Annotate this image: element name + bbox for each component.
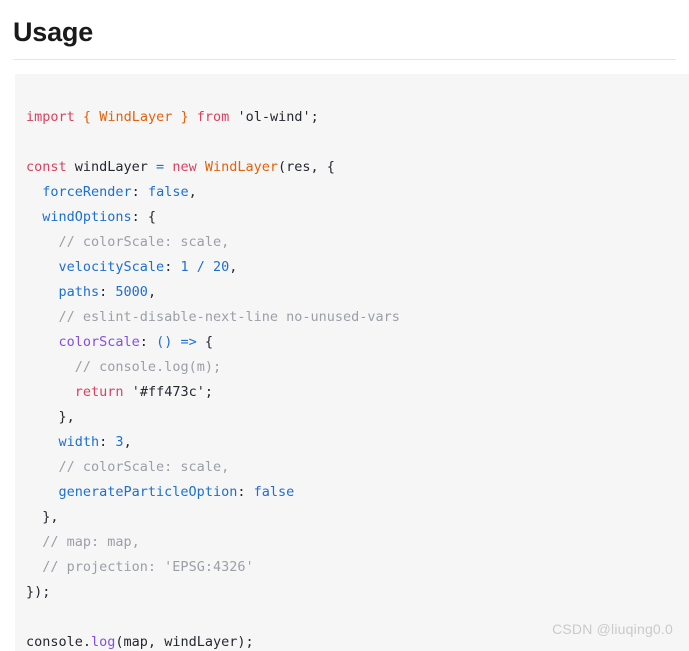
code-token-comment: // colorScale: scale, bbox=[58, 233, 230, 250]
code-line: }, bbox=[26, 405, 689, 430]
code-token-str: '#ff473c'; bbox=[131, 383, 213, 400]
code-token-kw: new bbox=[172, 158, 197, 175]
code-token-str: 'ol-wind'; bbox=[237, 108, 319, 125]
code-token-plain: : bbox=[131, 183, 148, 200]
code-token-plain: , bbox=[188, 183, 197, 200]
code-token-bool: false bbox=[147, 183, 189, 200]
code-token-plain: : bbox=[99, 283, 116, 300]
code-line: // projection: 'EPSG:4326' bbox=[26, 555, 689, 580]
code-token-kw: import bbox=[26, 108, 75, 125]
code-token-type: } bbox=[180, 108, 189, 125]
code-token-comment: // eslint-disable-next-line no-unused-va… bbox=[58, 308, 400, 325]
code-token-num: 5000 bbox=[115, 283, 148, 300]
code-token-op: = bbox=[156, 158, 165, 175]
code-token-prop: windOptions bbox=[42, 208, 132, 225]
code-token-plain: , bbox=[147, 283, 157, 300]
code-line: colorScale: () => { bbox=[26, 330, 689, 355]
code-line: ​ bbox=[26, 130, 689, 155]
code-token-prop: paths bbox=[58, 283, 100, 300]
code-token-plain: windLayer bbox=[66, 158, 157, 175]
code-token-prop: width bbox=[58, 433, 100, 450]
watermark-label: CSDN @liuqing0.0 bbox=[552, 621, 673, 637]
code-content: import { WindLayer } from 'ol-wind';​con… bbox=[15, 88, 689, 651]
code-line: paths: 5000, bbox=[26, 280, 689, 305]
code-token-comment: // colorScale: scale, bbox=[58, 458, 230, 475]
code-token-type: { bbox=[82, 108, 92, 125]
code-token-comment: // map: map, bbox=[42, 533, 140, 550]
code-token-plain: , bbox=[123, 433, 132, 450]
code-token-prop: forceRender bbox=[42, 183, 132, 200]
code-line: // eslint-disable-next-line no-unused-va… bbox=[26, 305, 689, 330]
code-line: // colorScale: scale, bbox=[26, 230, 689, 255]
code-token-plain: (map, windLayer); bbox=[115, 633, 254, 650]
code-line: const windLayer = new WindLayer(res, { bbox=[26, 155, 689, 180]
code-token-plain: console. bbox=[26, 633, 92, 650]
code-block[interactable]: import { WindLayer } from 'ol-wind';​con… bbox=[15, 74, 689, 651]
code-token-plain: : bbox=[164, 258, 181, 275]
code-token-op: => bbox=[180, 333, 197, 350]
code-token-bool: false bbox=[253, 483, 295, 500]
code-token-comment: // projection: 'EPSG:4326' bbox=[42, 558, 254, 575]
code-line: // console.log(m); bbox=[26, 355, 689, 380]
code-token-plain: : bbox=[139, 333, 157, 350]
code-token-plain: : bbox=[99, 433, 116, 450]
code-token-kw: const bbox=[26, 158, 67, 175]
code-token-plain: : { bbox=[131, 208, 157, 225]
code-token-fn: colorScale bbox=[58, 333, 140, 350]
code-line: forceRender: false, bbox=[26, 180, 689, 205]
code-line: width: 3, bbox=[26, 430, 689, 455]
code-token-plain: (res, { bbox=[278, 158, 335, 175]
code-token-kw: return bbox=[74, 383, 124, 400]
code-token-plain: { bbox=[196, 333, 213, 350]
code-token-plain: }, bbox=[58, 408, 75, 425]
code-token-plain: }, bbox=[42, 508, 59, 525]
code-token-plain: }); bbox=[26, 583, 51, 600]
code-line: }, bbox=[26, 505, 689, 530]
code-token-type: WindLayer bbox=[99, 108, 173, 125]
code-token-op: () bbox=[156, 333, 173, 350]
code-token-plain: , bbox=[229, 258, 238, 275]
code-line: velocityScale: 1 / 20, bbox=[26, 255, 689, 280]
heading-divider bbox=[13, 59, 676, 60]
code-token-op: / bbox=[196, 258, 205, 275]
code-token-kw: from bbox=[196, 108, 230, 125]
code-token-num: 1 bbox=[180, 258, 189, 275]
code-token-type: WindLayer bbox=[204, 158, 279, 175]
code-line: generateParticleOption: false bbox=[26, 480, 689, 505]
code-line: }); bbox=[26, 580, 689, 605]
code-token-fn: log bbox=[91, 633, 116, 650]
code-token-comment: // console.log(m); bbox=[74, 358, 222, 375]
code-token-num: 20 bbox=[213, 258, 230, 275]
code-token-prop: generateParticleOption bbox=[58, 483, 238, 500]
code-line: return '#ff473c'; bbox=[26, 380, 689, 405]
code-line: // map: map, bbox=[26, 530, 689, 555]
code-token-plain: : bbox=[237, 483, 254, 500]
code-line: windOptions: { bbox=[26, 205, 689, 230]
code-line: import { WindLayer } from 'ol-wind'; bbox=[26, 105, 689, 130]
code-token-num: 3 bbox=[115, 433, 124, 450]
code-token-prop: velocityScale bbox=[58, 258, 165, 275]
code-line: // colorScale: scale, bbox=[26, 455, 689, 480]
page-title: Usage bbox=[13, 17, 94, 47]
